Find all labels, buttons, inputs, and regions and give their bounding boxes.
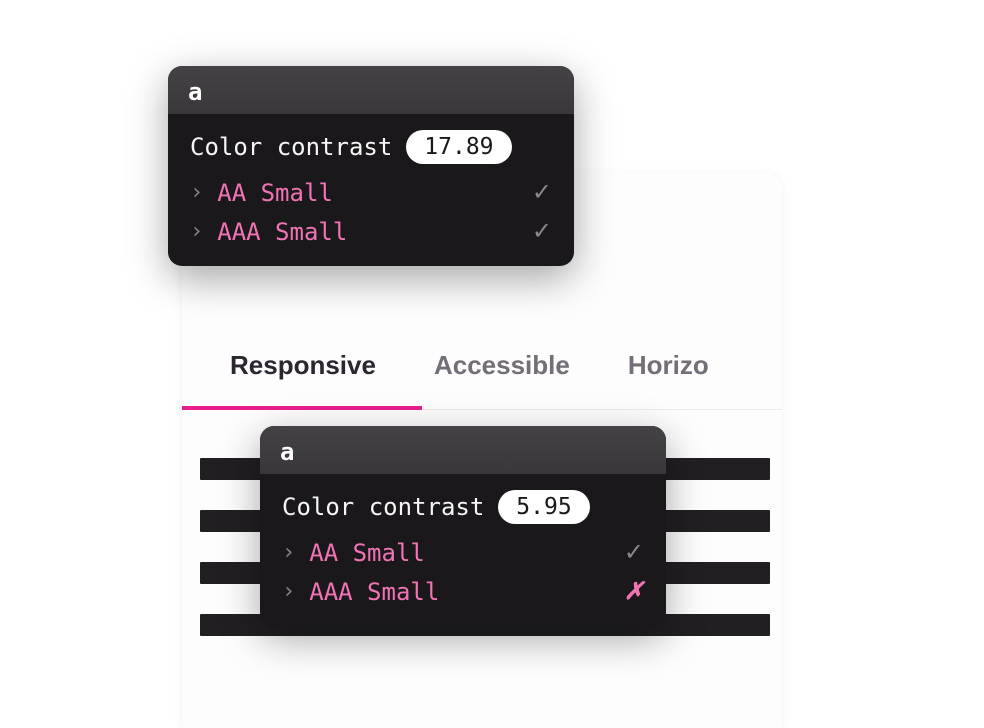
tooltip-title-row: Color contrast 17.89 (190, 130, 552, 164)
contrast-ratio-badge: 5.95 (498, 490, 589, 524)
contrast-tooltip-top: a Color contrast 17.89 › AA Small ✓ › AA… (168, 66, 574, 266)
criteria-label: AAA Small (217, 218, 347, 246)
tab-responsive[interactable]: Responsive (230, 350, 376, 409)
tab-accessible[interactable]: Accessible (434, 350, 570, 409)
criteria-label: AAA Small (309, 578, 439, 606)
contrast-ratio-badge: 17.89 (406, 130, 511, 164)
active-tab-indicator (182, 406, 422, 410)
chevron-right-icon: › (190, 219, 203, 244)
tooltip-header: a (260, 426, 666, 474)
criteria-label-group: › AAA Small (190, 218, 347, 246)
tooltip-title-row: Color contrast 5.95 (282, 490, 644, 524)
element-tag-badge: a (188, 78, 202, 106)
cross-icon: ✗ (624, 577, 644, 606)
tooltip-body: Color contrast 5.95 › AA Small ✓ › AAA S… (260, 474, 666, 626)
chevron-right-icon: › (282, 579, 295, 604)
check-icon: ✓ (532, 217, 552, 246)
criteria-label: AA Small (309, 539, 425, 567)
tooltip-header: a (168, 66, 574, 114)
contrast-tooltip-bottom: a Color contrast 5.95 › AA Small ✓ › AAA… (260, 426, 666, 626)
criteria-row[interactable]: › AA Small ✓ (190, 178, 552, 207)
check-icon: ✓ (532, 178, 552, 207)
criteria-label-group: › AA Small (282, 539, 425, 567)
element-tag-badge: a (280, 438, 294, 466)
tooltip-title: Color contrast (282, 493, 484, 521)
criteria-label: AA Small (217, 179, 333, 207)
criteria-label-group: › AA Small (190, 179, 333, 207)
tooltip-title: Color contrast (190, 133, 392, 161)
tooltip-body: Color contrast 17.89 › AA Small ✓ › AAA … (168, 114, 574, 266)
criteria-row[interactable]: › AA Small ✓ (282, 538, 644, 567)
criteria-row[interactable]: › AAA Small ✗ (282, 577, 644, 606)
chevron-right-icon: › (282, 540, 295, 565)
criteria-row[interactable]: › AAA Small ✓ (190, 217, 552, 246)
check-icon: ✓ (624, 538, 644, 567)
criteria-label-group: › AAA Small (282, 578, 439, 606)
chevron-right-icon: › (190, 180, 203, 205)
tab-horizontal[interactable]: Horizo (628, 350, 709, 409)
